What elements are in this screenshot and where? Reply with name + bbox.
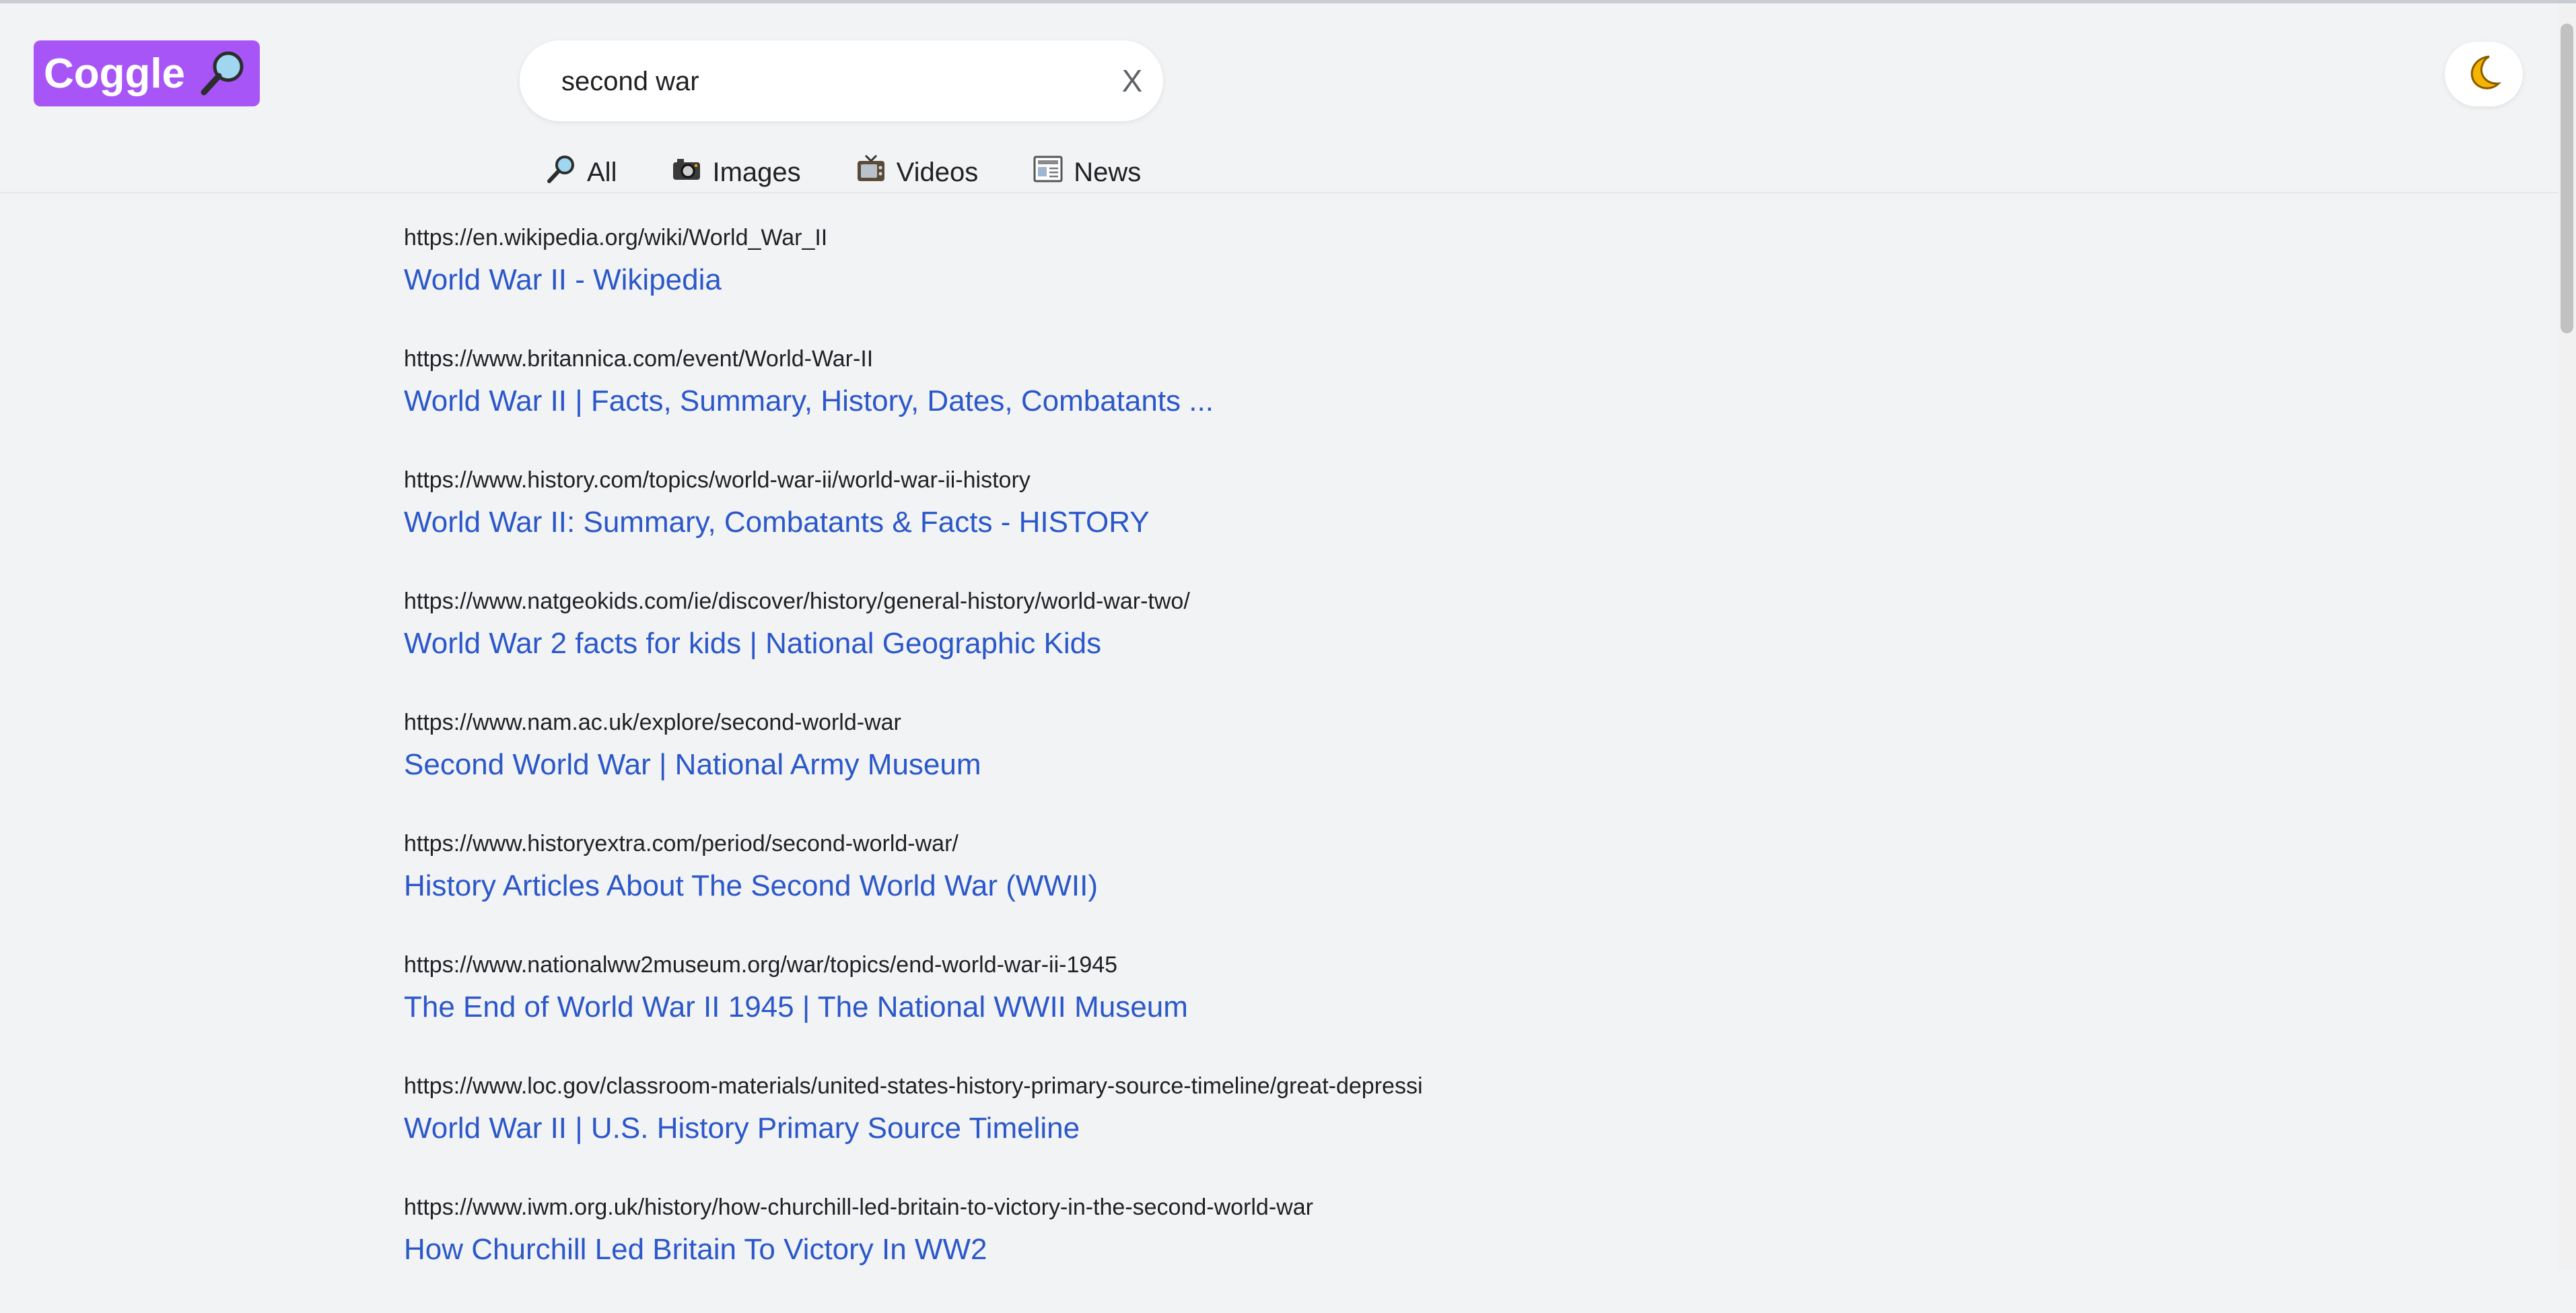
tab-images[interactable]: Images — [670, 153, 801, 192]
tab-news[interactable]: News — [1032, 153, 1141, 192]
top-border — [0, 0, 2576, 3]
header-divider — [0, 192, 2558, 193]
result-title-link[interactable]: World War II - Wikipedia — [404, 260, 722, 300]
result-url: https://en.wikipedia.org/wiki/World_War_… — [404, 225, 828, 250]
result-item: https://www.history.com/topics/world-war… — [404, 465, 1548, 586]
tab-label: All — [587, 157, 617, 187]
result-title-link[interactable]: How Churchill Led Britain To Victory In … — [404, 1230, 987, 1270]
tab-all[interactable]: All — [545, 153, 617, 192]
result-url: https://www.britannica.com/event/World-W… — [404, 346, 874, 372]
tv-icon — [855, 153, 887, 192]
result-item: https://www.loc.gov/classroom-materials/… — [404, 1071, 1548, 1192]
result-title-link[interactable]: History Articles About The Second World … — [404, 866, 1098, 906]
logo-button[interactable]: Coggle — [34, 40, 260, 106]
result-item: https://www.nam.ac.uk/explore/second-wor… — [404, 707, 1548, 828]
search-tabs: All Images Videos News — [545, 152, 1141, 193]
result-item: https://www.historyextra.com/period/seco… — [404, 828, 1548, 949]
search-box: X — [520, 40, 1163, 121]
tab-label: Images — [712, 157, 801, 187]
camera-icon — [670, 153, 703, 192]
result-url: https://www.historyextra.com/period/seco… — [404, 831, 959, 856]
page-scrollbar[interactable] — [2558, 3, 2576, 1269]
logo-text: Coggle — [43, 50, 186, 97]
search-input[interactable] — [560, 59, 1074, 104]
result-url: https://www.history.com/topics/world-war… — [404, 467, 1031, 493]
theme-toggle-button[interactable] — [2445, 42, 2523, 106]
result-item: https://www.iwm.org.uk/history/how-churc… — [404, 1192, 1548, 1313]
result-item: https://en.wikipedia.org/wiki/World_War_… — [404, 222, 1548, 343]
result-title-link[interactable]: World War II | Facts, Summary, History, … — [404, 381, 1214, 422]
tab-label: News — [1074, 157, 1142, 187]
result-title-link[interactable]: The End of World War II 1945 | The Natio… — [404, 987, 1188, 1028]
tab-videos[interactable]: Videos — [855, 153, 979, 192]
tab-label: Videos — [896, 157, 979, 187]
moon-icon — [2464, 53, 2504, 96]
result-url: https://www.iwm.org.uk/history/how-churc… — [404, 1194, 1313, 1220]
result-url: https://www.loc.gov/classroom-materials/… — [404, 1073, 1423, 1099]
result-title-link[interactable]: World War II | U.S. History Primary Sour… — [404, 1108, 1080, 1149]
magnifier-icon — [196, 46, 250, 100]
scrollbar-thumb[interactable] — [2561, 24, 2573, 333]
result-title-link[interactable]: Second World War | National Army Museum — [404, 745, 981, 785]
result-item: https://www.nationalww2museum.org/war/to… — [404, 949, 1548, 1071]
newspaper-icon — [1032, 153, 1064, 192]
magnifier-icon — [545, 153, 578, 192]
result-url: https://www.nam.ac.uk/explore/second-wor… — [404, 710, 901, 735]
result-item: https://www.britannica.com/event/World-W… — [404, 343, 1548, 465]
result-item: https://www.natgeokids.com/ie/discover/h… — [404, 586, 1548, 707]
result-title-link[interactable]: World War 2 facts for kids | National Ge… — [404, 624, 1101, 664]
result-url: https://www.natgeokids.com/ie/discover/h… — [404, 588, 1190, 614]
results-list: https://en.wikipedia.org/wiki/World_War_… — [404, 222, 1548, 1313]
clear-search-button[interactable]: X — [1112, 61, 1152, 101]
result-title-link[interactable]: World War II: Summary, Combatants & Fact… — [404, 502, 1150, 543]
result-url: https://www.nationalww2museum.org/war/to… — [404, 952, 1118, 978]
